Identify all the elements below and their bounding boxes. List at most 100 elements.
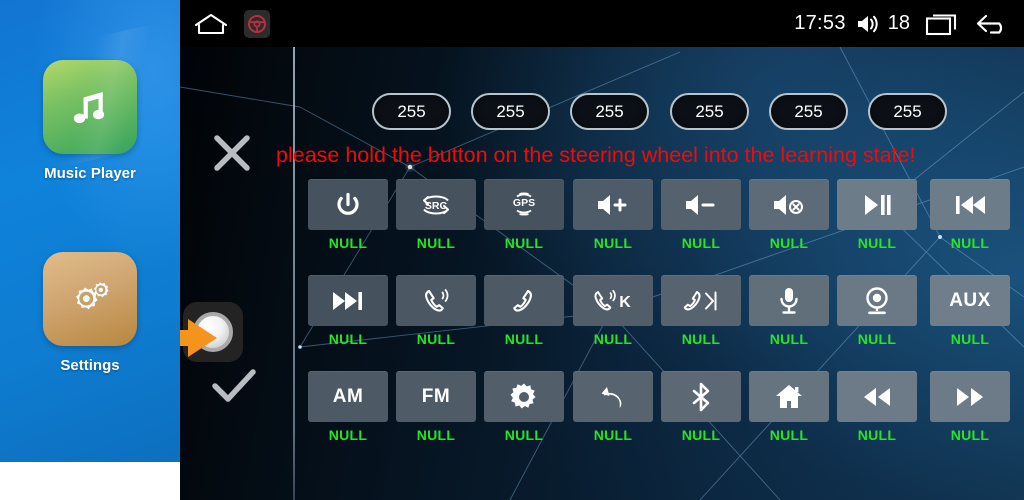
value-pill[interactable]: 255 [868,93,947,130]
grid-cell-label: NULL [681,331,721,347]
channel-values-row: 255 255 255 255 255 255 [180,93,1024,133]
src-icon[interactable]: SRC [396,179,476,230]
recent-apps-icon[interactable] [925,11,959,37]
grid-cell[interactable]: NULL [573,179,653,251]
camera-icon[interactable] [837,275,917,326]
grid-cell[interactable]: NULL [837,179,917,251]
fm-button[interactable]: FM [396,371,476,422]
call-hangup-skip-icon[interactable] [661,275,741,326]
orange-arrow-pointer-icon [180,318,218,358]
grid-cell-label: NULL [857,331,897,347]
app-music-player[interactable]: Music Player [0,60,180,182]
grid-cell-label: NULL [950,235,990,251]
check-icon[interactable] [208,362,260,410]
grid-cell-label: NULL [416,235,456,251]
grid-cell-label: NULL [504,235,544,251]
app-label: Music Player [44,165,136,182]
value-pill[interactable]: 255 [372,93,451,130]
grid-cell-label: NULL [681,427,721,443]
svg-text:K: K [619,294,631,311]
bluetooth-icon[interactable] [661,371,741,422]
main-panel: 17:53 18 255 255 255 255 255 255 please … [180,0,1024,500]
grid-cell[interactable]: NULL [661,371,741,443]
gears-icon[interactable] [43,252,137,346]
call-answer-icon[interactable] [396,275,476,326]
grid-cell-label: NULL [681,235,721,251]
volume-down-icon[interactable] [661,179,741,230]
grid-cell[interactable]: NULL [661,179,741,251]
screen-root: Music Player Settings 17:53 18 255 255 2… [0,0,1024,500]
steering-wheel-icon[interactable] [244,9,270,38]
value-pill[interactable]: 255 [471,93,550,130]
grid-cell[interactable]: NULL [837,371,917,443]
am-button[interactable]: AM [308,371,388,422]
grid-cell-label: NULL [504,331,544,347]
steering-wheel-learning-panel: 255 255 255 255 255 255 please hold the … [180,47,1024,500]
grid-cell-label: NULL [857,235,897,251]
brightness-icon[interactable] [484,371,564,422]
volume-icon[interactable] [855,13,881,35]
app-label: Settings [60,357,120,374]
grid-cell[interactable]: NULL [749,275,829,347]
grid-cell[interactable]: NULL [930,371,1010,443]
aux-button[interactable]: AUX [930,275,1010,326]
function-button-grid: NULL SRC NULL GPS NULL NULL NULL NULL NU… [308,179,1014,467]
play-pause-icon[interactable] [837,179,917,230]
grid-cell-label: NULL [857,427,897,443]
call-answer-k-icon[interactable]: K [573,275,653,326]
power-icon[interactable] [308,179,388,230]
back-arrow-icon[interactable] [974,11,1010,37]
grid-cell[interactable]: NULL [930,179,1010,251]
mute-icon[interactable] [749,179,829,230]
grid-cell-label: NULL [504,427,544,443]
sidebar-bottom-strip [0,462,180,500]
grid-cell[interactable]: NULL [573,371,653,443]
grid-cell[interactable]: GPS NULL [484,179,564,251]
rewind-icon[interactable] [837,371,917,422]
grid-cell[interactable]: NULL [308,179,388,251]
grid-cell[interactable]: AUX NULL [930,275,1010,347]
grid-row: NULL SRC NULL GPS NULL NULL NULL NULL NU… [308,179,1014,275]
grid-row: AM NULL FM NULL NULL NULL NULL NULL NULL… [308,371,1014,467]
next-track-icon[interactable] [308,275,388,326]
grid-cell-label: NULL [769,331,809,347]
back-curved-arrow-icon[interactable] [573,371,653,422]
grid-cell[interactable]: NULL [396,275,476,347]
value-pill[interactable]: 255 [570,93,649,130]
grid-cell-label: NULL [769,235,809,251]
grid-cell[interactable]: K NULL [573,275,653,347]
home-filled-icon[interactable] [749,371,829,422]
grid-cell-label: NULL [950,427,990,443]
launcher-sidebar: Music Player Settings [0,0,180,462]
grid-cell[interactable]: AM NULL [308,371,388,443]
grid-cell-label: NULL [328,235,368,251]
learning-state-notice: please hold the button on the steering w… [276,143,916,167]
call-hangup-icon[interactable] [484,275,564,326]
grid-cell-label: NULL [328,427,368,443]
grid-cell-label: NULL [328,331,368,347]
grid-cell[interactable]: NULL [661,275,741,347]
grid-cell[interactable]: NULL [484,371,564,443]
gps-icon[interactable]: GPS [484,179,564,230]
grid-cell[interactable]: NULL [749,179,829,251]
value-pill[interactable]: 255 [769,93,848,130]
grid-cell[interactable]: NULL [749,371,829,443]
volume-up-icon[interactable] [573,179,653,230]
fast-forward-icon[interactable] [930,371,1010,422]
grid-cell[interactable]: SRC NULL [396,179,476,251]
app-settings[interactable]: Settings [0,252,180,374]
grid-cell[interactable]: NULL [308,275,388,347]
aux-label: AUX [949,289,991,311]
microphone-icon[interactable] [749,275,829,326]
previous-track-icon[interactable] [930,179,1010,230]
music-note-icon[interactable] [43,60,137,154]
grid-cell[interactable]: FM NULL [396,371,476,443]
close-x-icon[interactable] [208,129,256,177]
volume-level: 18 [887,12,910,34]
value-pill[interactable]: 255 [670,93,749,130]
grid-cell[interactable]: NULL [837,275,917,347]
status-clock: 17:53 [794,12,846,34]
status-bar: 17:53 18 [180,0,1024,47]
grid-cell[interactable]: NULL [484,275,564,347]
home-outline-icon[interactable] [194,12,228,36]
